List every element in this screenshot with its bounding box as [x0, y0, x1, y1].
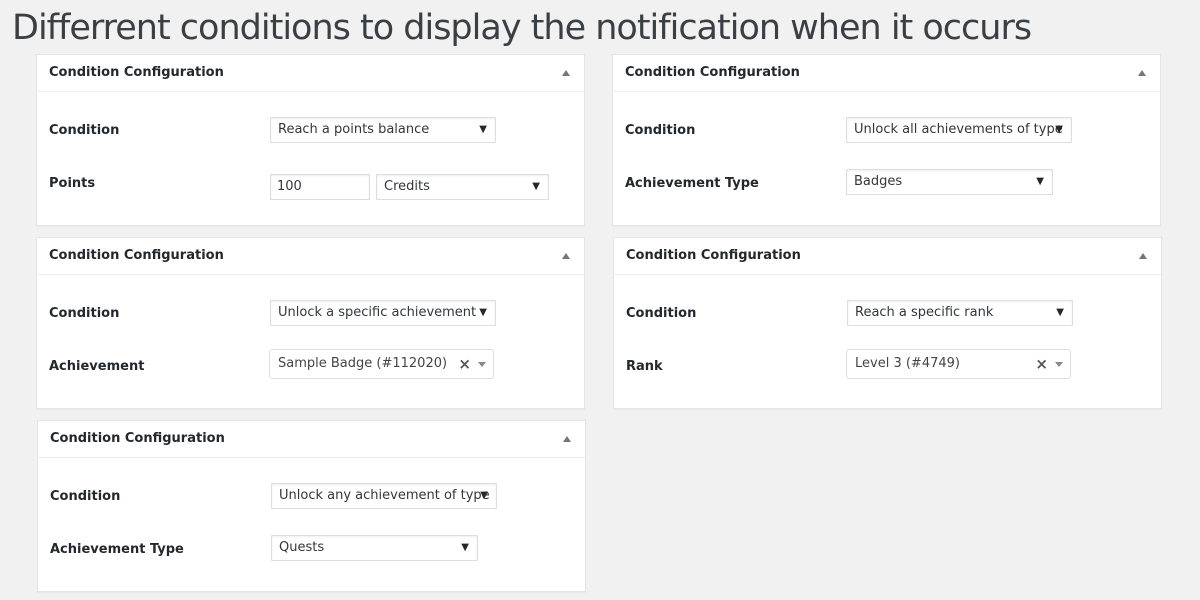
- chevron-down-icon: [1055, 362, 1063, 367]
- condition-box-points-balance: Condition Configuration Condition Reach …: [36, 54, 585, 226]
- points-type-select-value: Credits: [384, 179, 430, 194]
- achievement-type-label: Achievement Type: [625, 176, 759, 191]
- achievement-label: Achievement: [49, 359, 145, 374]
- rank-select[interactable]: Level 3 (#4749) ×: [846, 349, 1071, 379]
- box-title: Condition Configuration: [626, 248, 801, 263]
- condition-label: Condition: [626, 306, 697, 321]
- chevron-down-icon: ▼: [480, 490, 488, 501]
- close-icon[interactable]: ×: [1035, 350, 1048, 378]
- achievement-type-select-value: Badges: [854, 174, 903, 189]
- collapse-arrow-up-icon[interactable]: [562, 253, 570, 259]
- achievement-type-select[interactable]: Quests ▼: [271, 535, 478, 561]
- points-input[interactable]: 100: [270, 174, 370, 200]
- collapse-arrow-up-icon[interactable]: [562, 70, 570, 76]
- box-title: Condition Configuration: [49, 248, 224, 263]
- condition-select-value: Unlock all achievements of type: [854, 122, 1063, 137]
- achievement-type-select[interactable]: Badges ▼: [846, 169, 1053, 195]
- points-type-select[interactable]: Credits ▼: [376, 174, 549, 200]
- condition-label: Condition: [49, 306, 120, 321]
- condition-label: Condition: [50, 489, 121, 504]
- page-title: Differrent conditions to display the not…: [12, 8, 1032, 48]
- box-title: Condition Configuration: [625, 65, 800, 80]
- box-header[interactable]: Condition Configuration: [37, 55, 584, 92]
- chevron-down-icon: ▼: [461, 542, 469, 553]
- condition-label: Condition: [49, 123, 120, 138]
- box-header[interactable]: Condition Configuration: [38, 421, 585, 458]
- condition-select[interactable]: Reach a points balance ▼: [270, 117, 496, 143]
- achievement-select-value: Sample Badge (#112020): [278, 356, 448, 371]
- rank-label: Rank: [626, 359, 663, 374]
- box-header[interactable]: Condition Configuration: [614, 238, 1161, 275]
- box-header[interactable]: Condition Configuration: [613, 55, 1160, 92]
- chevron-down-icon: [478, 362, 486, 367]
- condition-select[interactable]: Unlock a specific achievement ▼: [270, 300, 496, 326]
- chevron-down-icon: ▼: [479, 124, 487, 135]
- chevron-down-icon: ▼: [479, 307, 487, 318]
- condition-box-all-achievements-type: Condition Configuration Condition Unlock…: [612, 54, 1161, 226]
- chevron-down-icon: ▼: [1056, 307, 1064, 318]
- collapse-arrow-up-icon[interactable]: [1139, 253, 1147, 259]
- collapse-arrow-up-icon[interactable]: [563, 436, 571, 442]
- condition-select[interactable]: Unlock any achievement of type ▼: [271, 483, 497, 509]
- achievement-type-label: Achievement Type: [50, 542, 184, 557]
- achievement-select[interactable]: Sample Badge (#112020) ×: [269, 349, 494, 379]
- box-title: Condition Configuration: [50, 431, 225, 446]
- points-label: Points: [49, 176, 96, 191]
- condition-box-any-achievement-type: Condition Configuration Condition Unlock…: [37, 420, 586, 592]
- condition-select[interactable]: Reach a specific rank ▼: [847, 300, 1073, 326]
- close-icon[interactable]: ×: [458, 350, 471, 378]
- chevron-down-icon: ▼: [532, 181, 540, 192]
- condition-box-specific-achievement: Condition Configuration Condition Unlock…: [36, 237, 585, 409]
- chevron-down-icon: ▼: [1036, 176, 1044, 187]
- condition-select-value: Reach a specific rank: [855, 305, 994, 320]
- chevron-down-icon: ▼: [1055, 124, 1063, 135]
- condition-label: Condition: [625, 123, 696, 138]
- box-title: Condition Configuration: [49, 65, 224, 80]
- condition-select-value: Reach a points balance: [278, 122, 430, 137]
- condition-box-specific-rank: Condition Configuration Condition Reach …: [613, 237, 1162, 409]
- condition-select[interactable]: Unlock all achievements of type ▼: [846, 117, 1072, 143]
- box-header[interactable]: Condition Configuration: [37, 238, 584, 275]
- condition-select-value: Unlock any achievement of type: [279, 488, 490, 503]
- condition-select-value: Unlock a specific achievement: [278, 305, 477, 320]
- rank-select-value: Level 3 (#4749): [855, 356, 960, 371]
- collapse-arrow-up-icon[interactable]: [1138, 70, 1146, 76]
- points-input-value: 100: [277, 179, 302, 194]
- achievement-type-select-value: Quests: [279, 540, 325, 555]
